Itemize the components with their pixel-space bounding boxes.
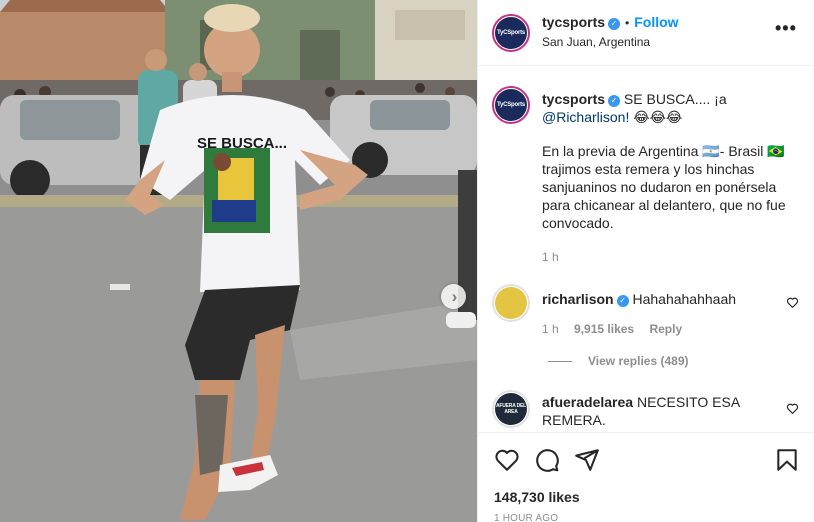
more-options-icon[interactable]: ••• [775, 18, 797, 39]
caption-body: En la previa de Argentina 🇦🇷- Brasil 🇧🇷 … [542, 143, 786, 231]
view-replies-button[interactable]: View replies (489) [548, 354, 689, 368]
comment-text: Hahahahahhaah [632, 291, 737, 307]
comment-icon[interactable] [534, 447, 560, 473]
comment-username[interactable]: richarlison [542, 291, 614, 307]
verified-badge-icon: ✓ [608, 18, 621, 30]
post-caption: tycsports ✓ SE BUSCA.... ¡a @Richarlison!… [542, 90, 804, 266]
comment-meta: 1 h 9,915 likes Reply [542, 320, 782, 338]
separator-dot: • [625, 16, 630, 30]
post-side-panel: TyCSports tycsports ✓ • Follow San Juan, Ar… [477, 0, 814, 522]
post-header: TyCSports tycsports ✓ • Follow San Juan, Ar… [478, 0, 814, 66]
next-photo-button[interactable]: › [441, 284, 466, 309]
comment-like-heart-icon[interactable] [786, 296, 799, 309]
comment-username[interactable]: afueradelarea [542, 394, 633, 410]
caption-username[interactable]: tycsports [542, 91, 605, 107]
likes-count[interactable]: 148,730 likes [494, 489, 580, 505]
post-photo[interactable]: SE BUSCA... › [0, 0, 477, 522]
comment-likes[interactable]: 9,915 likes [574, 322, 634, 336]
chevron-right-icon: › [451, 287, 458, 306]
post-location[interactable]: San Juan, Argentina [542, 35, 650, 49]
caption-avatar-image: TyCSports [495, 89, 527, 121]
photo-illustration: SE BUSCA... [0, 0, 477, 522]
comment-time[interactable]: 1 h [542, 322, 559, 336]
post-time-ago[interactable]: 1 HOUR AGO [494, 513, 558, 522]
comment-avatar-image [495, 287, 527, 319]
comment-richarlison: richarlison ✓ Hahahahahhaah 1 h 9,915 lik… [542, 290, 782, 338]
comment-avatar-afueradelarea[interactable]: AFUERA DEL AREA [492, 390, 530, 428]
caption-time[interactable]: 1 h [542, 248, 804, 266]
follow-button[interactable]: Follow [634, 14, 678, 30]
share-icon[interactable] [574, 447, 600, 473]
comment-afueradelarea: afueradelarea NECESITO ESA REMERA. [542, 393, 782, 429]
author-avatar[interactable]: TyCSports [492, 14, 530, 52]
heart-icon[interactable] [494, 447, 520, 473]
action-bar: 148,730 likes 1 HOUR AGO [478, 432, 814, 522]
comment-avatar-richarlison[interactable] [492, 284, 530, 322]
shirt-text: SE BUSCA... [197, 135, 287, 152]
comment-avatar-image: AFUERA DEL AREA [495, 393, 527, 425]
caption-headline: SE BUSCA.... ¡a [623, 91, 727, 107]
comment-reply-button[interactable]: Reply [649, 322, 682, 336]
caption-first-line: tycsports ✓ SE BUSCA.... ¡a @Richarlison!… [542, 90, 804, 126]
verified-badge-icon: ✓ [616, 295, 629, 307]
verified-badge-icon: ✓ [608, 95, 621, 107]
author-avatar-image: TyCSports [495, 17, 527, 49]
caption-emojis: 😂😂😂 [633, 109, 683, 125]
caption-mention-link[interactable]: @Richarlison! [542, 109, 629, 125]
caption-avatar[interactable]: TyCSports [492, 86, 530, 124]
bookmark-icon[interactable] [774, 447, 800, 473]
view-replies-line [548, 360, 572, 362]
author-username[interactable]: tycsports [542, 14, 605, 30]
author-line: tycsports ✓ • Follow [542, 14, 679, 30]
view-replies-label: View replies (489) [588, 354, 689, 368]
comment-like-heart-icon[interactable] [786, 402, 799, 415]
